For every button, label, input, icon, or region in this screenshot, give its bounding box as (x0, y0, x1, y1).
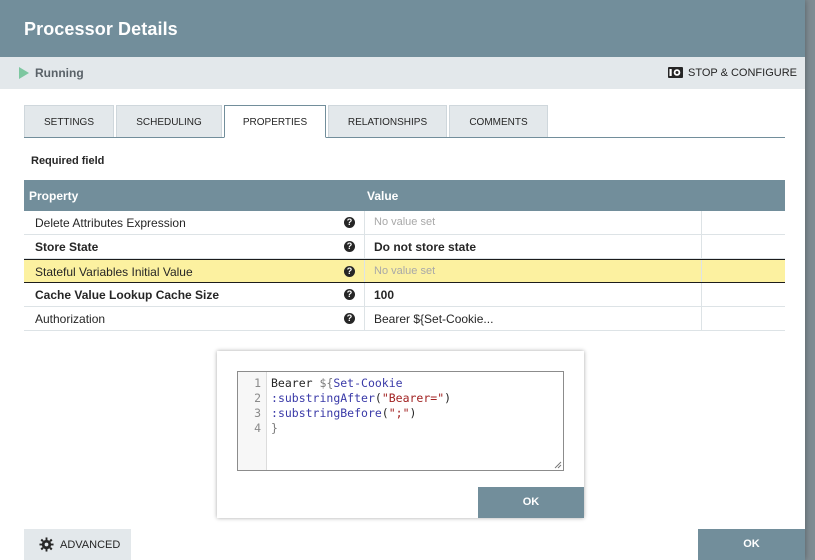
stop-configure-button[interactable]: STOP & CONFIGURE (667, 66, 797, 79)
help-icon[interactable]: ? (344, 217, 355, 228)
tab-scheduling[interactable]: SCHEDULING (116, 105, 222, 137)
required-field-label: Required field (31, 155, 105, 167)
help-icon[interactable]: ? (344, 266, 355, 277)
property-value: Do not store state (374, 240, 477, 254)
help-icon[interactable]: ? (344, 313, 355, 324)
gear-icon (39, 537, 54, 552)
editor-ok-button[interactable]: OK (478, 487, 584, 518)
tab-settings[interactable]: SETTINGS (24, 105, 114, 137)
property-name: Cache Value Lookup Cache Size (35, 288, 220, 302)
property-value-cell[interactable]: No value set (364, 260, 702, 282)
line-number-gutter: 1 2 3 4 (238, 372, 267, 470)
table-row[interactable]: Cache Value Lookup Cache Size ? 100 (24, 283, 785, 307)
dialog-title: Processor Details (24, 19, 178, 39)
property-value: No value set (374, 265, 436, 277)
property-value-cell[interactable]: No value set (364, 211, 702, 234)
line-number: 4 (254, 421, 261, 435)
line-number: 3 (254, 406, 261, 420)
property-value: Bearer ${Set-Cookie... (374, 312, 494, 326)
status-bar: Running STOP & CONFIGURE (0, 57, 805, 89)
tab-properties[interactable]: PROPERTIES (224, 105, 326, 138)
table-row[interactable]: Authorization ? Bearer ${Set-Cookie... (24, 307, 785, 331)
property-value: 100 (374, 288, 395, 302)
table-row-selected[interactable]: Stateful Variables Initial Value ? No va… (24, 259, 785, 283)
stop-configure-icon (667, 67, 683, 78)
advanced-button[interactable]: ADVANCED (24, 529, 131, 560)
code-line: } (271, 421, 278, 435)
line-number: 1 (254, 376, 261, 390)
code-line: :substringAfter("Bearer=") (271, 391, 452, 405)
grid-header: Property Value (24, 180, 785, 211)
property-value-cell[interactable]: Bearer ${Set-Cookie... (364, 307, 702, 330)
property-name: Store State (35, 240, 99, 254)
stop-configure-label: STOP & CONFIGURE (687, 66, 797, 79)
value-column-header: Value (367, 189, 399, 203)
property-value: No value set (374, 216, 436, 228)
code-line: Bearer ${Set-Cookie (271, 376, 403, 390)
code-line: :substringBefore(";") (271, 406, 417, 420)
help-icon[interactable]: ? (344, 241, 355, 252)
property-name: Authorization (35, 312, 106, 326)
property-value-cell[interactable]: 100 (364, 283, 702, 306)
expression-code-editor[interactable]: 1 2 3 4 Bearer ${Set-Cookie :substringAf… (237, 371, 564, 471)
line-number: 2 (254, 391, 261, 405)
property-name: Stateful Variables Initial Value (35, 265, 193, 279)
property-editor-popup: 1 2 3 4 Bearer ${Set-Cookie :substringAf… (217, 351, 584, 518)
run-status-label: Running (35, 66, 84, 80)
properties-grid: Property Value Delete Attributes Express… (24, 180, 785, 331)
help-icon[interactable]: ? (344, 289, 355, 300)
property-value-cell[interactable]: Do not store state (364, 235, 702, 258)
table-row[interactable]: Store State ? Do not store state (24, 235, 785, 259)
play-icon (19, 67, 29, 79)
tab-comments[interactable]: COMMENTS (449, 105, 548, 137)
table-row[interactable]: Delete Attributes Expression ? No value … (24, 211, 785, 235)
tab-bar: SETTINGS SCHEDULING PROPERTIES RELATIONS… (24, 105, 785, 138)
ok-button[interactable]: OK (698, 529, 805, 560)
processor-details-dialog: Processor Details Running STOP & CONFIGU… (0, 0, 805, 560)
tab-relationships[interactable]: RELATIONSHIPS (328, 105, 447, 137)
advanced-label: ADVANCED (60, 538, 121, 551)
dialog-header: Processor Details (0, 0, 805, 57)
property-column-header: Property (29, 189, 79, 203)
property-name: Delete Attributes Expression (35, 216, 186, 230)
resize-handle-icon[interactable] (554, 461, 562, 469)
